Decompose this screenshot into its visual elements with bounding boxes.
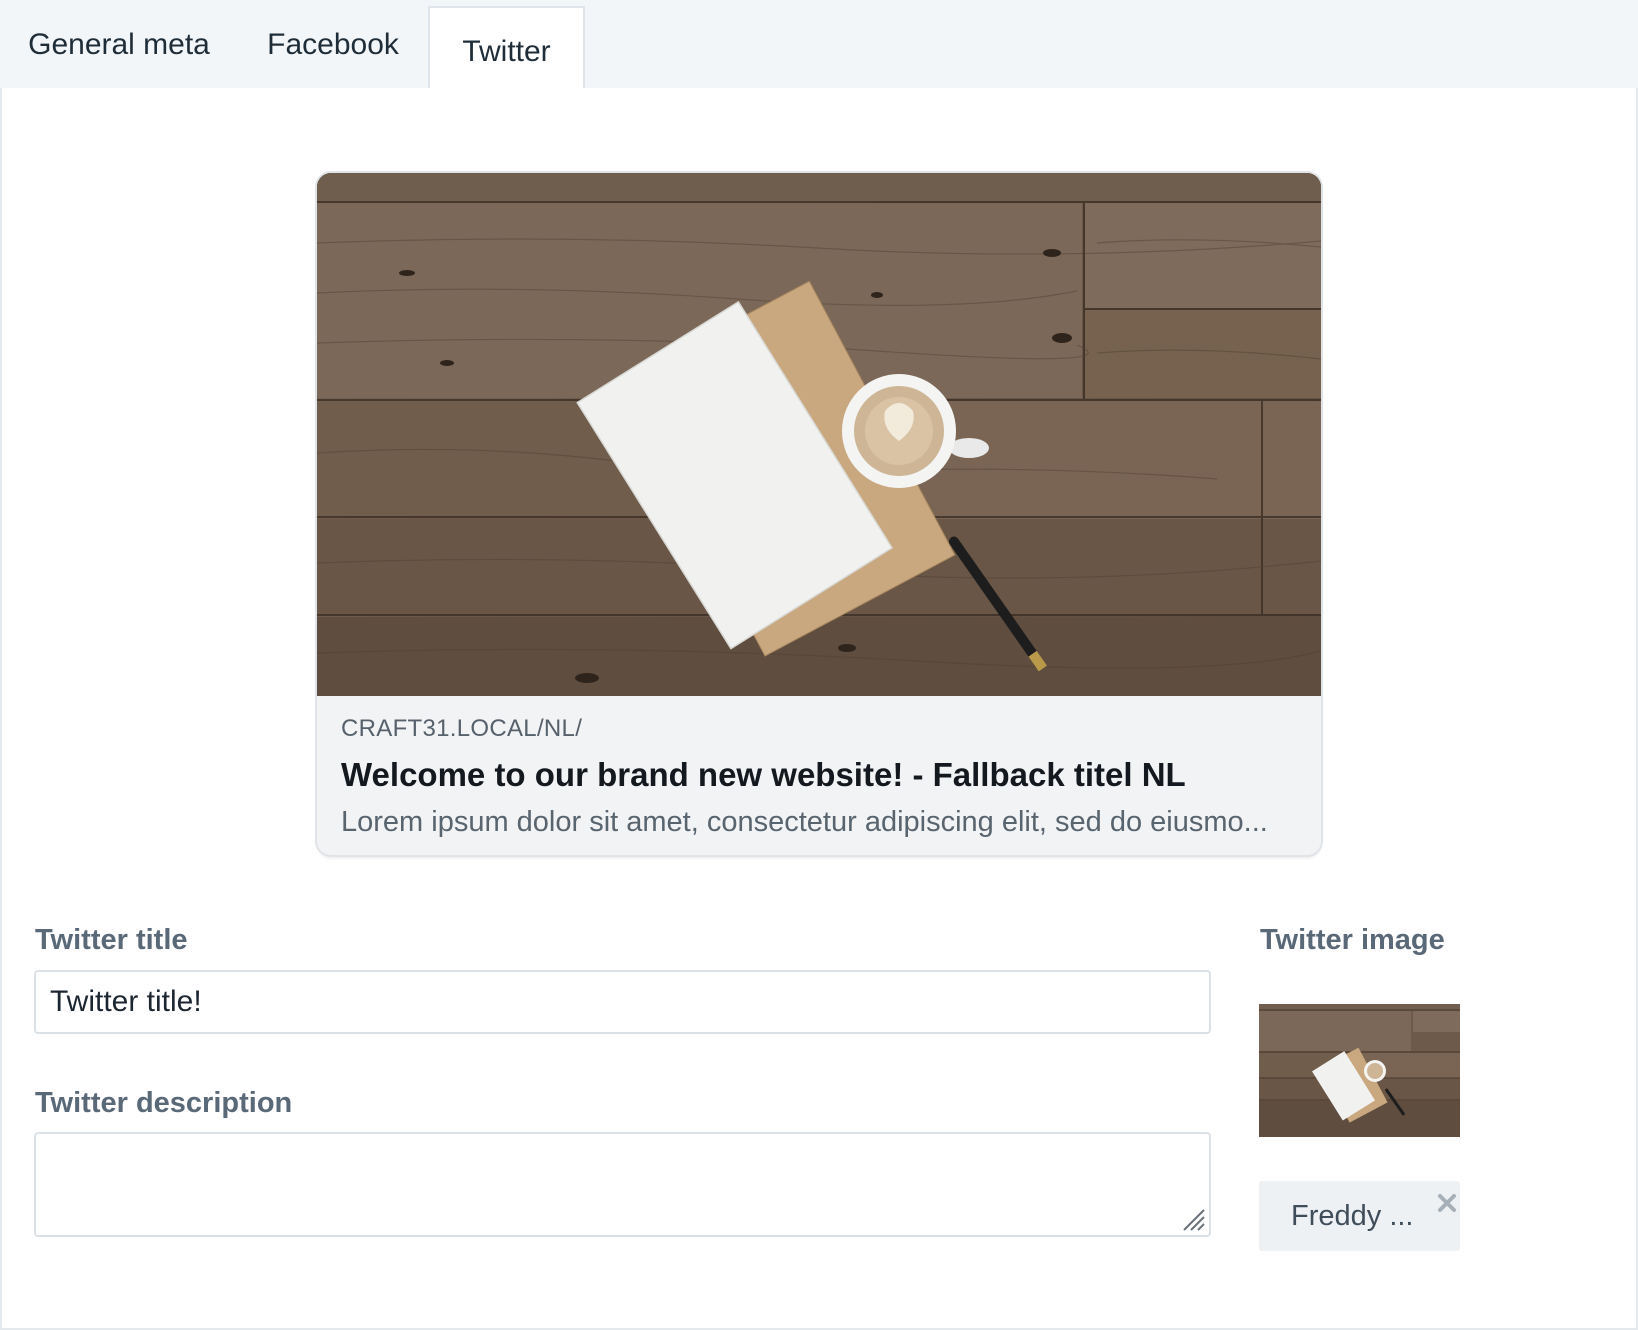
- twitter-card-preview: CRAFT31.LOCAL/NL/ Welcome to our brand n…: [317, 173, 1321, 855]
- tab-bar: General meta Facebook Twitter: [0, 0, 1638, 92]
- preview-image: [317, 173, 1321, 696]
- twitter-seo-editor: General meta Facebook Twitter CRAFT31.LO…: [0, 0, 1638, 1330]
- tab-twitter[interactable]: Twitter: [428, 6, 585, 92]
- twitter-description-label: Twitter description: [35, 1087, 293, 1119]
- remove-icon[interactable]: [1436, 1192, 1458, 1214]
- tab-general-meta[interactable]: General meta: [0, 0, 238, 90]
- twitter-image-asset-chip[interactable]: Freddy ...: [1259, 1181, 1460, 1251]
- preview-description: Lorem ipsum dolor sit amet, consectetur …: [341, 806, 1268, 838]
- preview-title: Welcome to our brand new website! - Fall…: [341, 756, 1186, 793]
- twitter-description-input[interactable]: [36, 1134, 1209, 1235]
- twitter-description-field: [34, 1132, 1211, 1237]
- twitter-title-label: Twitter title: [35, 924, 188, 956]
- preview-domain: CRAFT31.LOCAL/NL/: [341, 715, 583, 742]
- resize-grip-icon[interactable]: [1180, 1206, 1206, 1232]
- asset-name: Freddy ...: [1291, 1199, 1414, 1232]
- twitter-image-label: Twitter image: [1260, 924, 1445, 956]
- tab-facebook[interactable]: Facebook: [238, 0, 428, 90]
- twitter-title-input[interactable]: [34, 970, 1211, 1034]
- twitter-image-thumbnail[interactable]: [1259, 1004, 1460, 1137]
